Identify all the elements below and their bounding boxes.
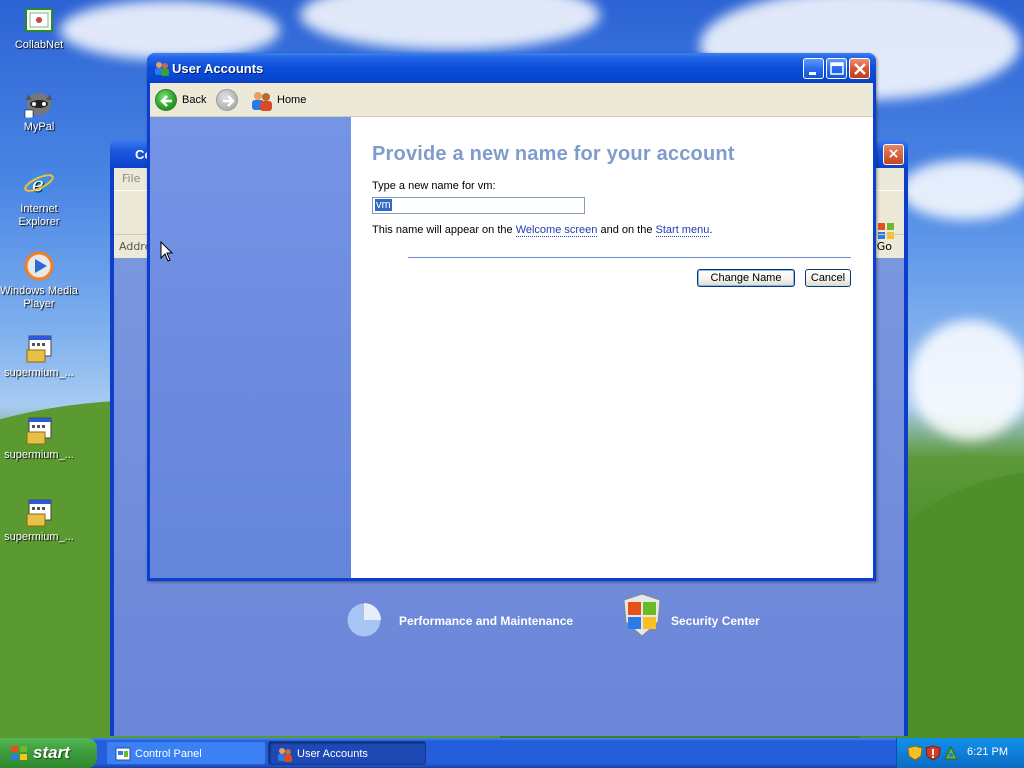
user-accounts-window[interactable]: User Accounts Back Home Provide a new na… <box>147 53 876 581</box>
back-button[interactable]: Back <box>155 87 206 113</box>
cloud <box>60 0 280 60</box>
user-accounts-frame: Back Home Provide a new name for your ac… <box>150 83 873 578</box>
control-panel-close-button[interactable]: × <box>883 144 904 165</box>
welcome-screen-link[interactable]: Welcome screen <box>515 224 598 237</box>
name-prompt-label: Type a new name for vm: <box>372 180 496 192</box>
info-prefix: This name will appear on the <box>372 224 516 236</box>
page-heading: Provide a new name for your account <box>372 143 735 165</box>
go-button[interactable]: Go <box>877 240 892 253</box>
security-shield-icon[interactable] <box>907 745 923 761</box>
internet-explorer-icon: e <box>23 168 55 200</box>
cloud <box>300 0 600 50</box>
user-accounts-left-pane <box>150 117 351 578</box>
forward-arrow-icon <box>216 89 238 111</box>
taskbar: start Control Panel User Accounts 6:21 P… <box>0 738 1024 768</box>
info-suffix: . <box>709 224 713 236</box>
clock[interactable]: 6:21 PM <box>967 746 1008 758</box>
installer-icon <box>23 332 55 364</box>
security-shield-icon <box>622 592 662 638</box>
taskbar-item-label: User Accounts <box>297 748 368 760</box>
cancel-button[interactable]: Cancel <box>805 269 851 287</box>
desktop-icon-collabnet[interactable]: CollabNet <box>0 4 79 52</box>
mouse-cursor-icon <box>160 240 174 266</box>
taskbar-item-control-panel[interactable]: Control Panel <box>106 741 266 765</box>
desktop-icon-label: MyPal <box>23 121 55 133</box>
desktop-icon-supermium-1[interactable]: supermium_... <box>0 332 79 380</box>
user-accounts-icon <box>277 746 293 762</box>
desktop-icon-label: supermium_... <box>4 449 74 461</box>
windows-logo-icon <box>10 745 28 761</box>
info-middle: and on the <box>597 224 656 236</box>
desktop-icon-supermium-2[interactable]: supermium_... <box>0 414 79 462</box>
desktop-icon-windows-media-player[interactable]: Windows Media Player <box>0 250 79 311</box>
desktop-icon-mypal[interactable]: MyPal <box>0 86 79 134</box>
home-button[interactable]: Home <box>250 87 306 113</box>
taskbar-item-label: Control Panel <box>135 748 202 760</box>
desktop-icon-label: Windows Media Player <box>0 285 78 310</box>
separator <box>408 257 851 258</box>
new-name-value: vm <box>375 199 392 211</box>
network-icon[interactable] <box>943 745 959 761</box>
start-label: start <box>33 743 70 762</box>
certificate-icon <box>23 4 55 36</box>
taskbar-item-user-accounts[interactable]: User Accounts <box>268 741 426 765</box>
change-name-button[interactable]: Change Name <box>697 269 795 287</box>
raccoon-icon <box>23 86 55 119</box>
name-info-text: This name will appear on the Welcome scr… <box>372 224 713 237</box>
back-arrow-icon <box>155 89 177 111</box>
system-tray: 6:21 PM <box>896 738 1024 768</box>
start-menu-link[interactable]: Start menu <box>655 224 710 237</box>
desktop-icon-label: supermium_... <box>4 367 74 379</box>
user-accounts-main-pane: Provide a new name for your account Type… <box>351 117 873 578</box>
user-accounts-title-bar[interactable]: User Accounts <box>147 53 876 83</box>
installer-icon <box>23 496 55 528</box>
home-label: Home <box>277 94 307 106</box>
desktop-icon-supermium-3[interactable]: supermium_... <box>0 496 79 544</box>
cloud <box>910 320 1024 440</box>
maximize-button[interactable] <box>826 58 847 79</box>
menu-file[interactable]: File <box>122 172 140 185</box>
forward-button[interactable] <box>216 87 238 113</box>
desktop-icon-label: Internet Explorer <box>18 203 60 228</box>
minimize-button[interactable] <box>803 58 824 79</box>
media-player-icon <box>23 250 55 282</box>
back-label: Back <box>182 94 207 106</box>
desktop-icon-internet-explorer[interactable]: e Internet Explorer <box>0 168 79 229</box>
control-panel-icon <box>115 746 131 762</box>
home-users-icon <box>250 89 274 111</box>
desktop-icon-label: CollabNet <box>14 39 64 51</box>
installer-icon <box>23 414 55 446</box>
cloud <box>900 160 1024 220</box>
user-accounts-toolbar: Back Home <box>150 83 873 117</box>
category-security-center[interactable]: Security Center <box>671 614 760 628</box>
category-performance-maintenance[interactable]: Performance and Maintenance <box>399 614 573 628</box>
start-button[interactable]: start <box>0 738 97 768</box>
performance-maintenance-icon <box>344 598 384 638</box>
alert-shield-icon[interactable] <box>925 745 941 761</box>
desktop-icon-label: supermium_... <box>4 531 74 543</box>
user-accounts-icon <box>154 60 170 76</box>
user-accounts-title: User Accounts <box>172 61 264 76</box>
new-name-input[interactable]: vm <box>372 197 585 214</box>
close-button[interactable] <box>849 58 870 79</box>
